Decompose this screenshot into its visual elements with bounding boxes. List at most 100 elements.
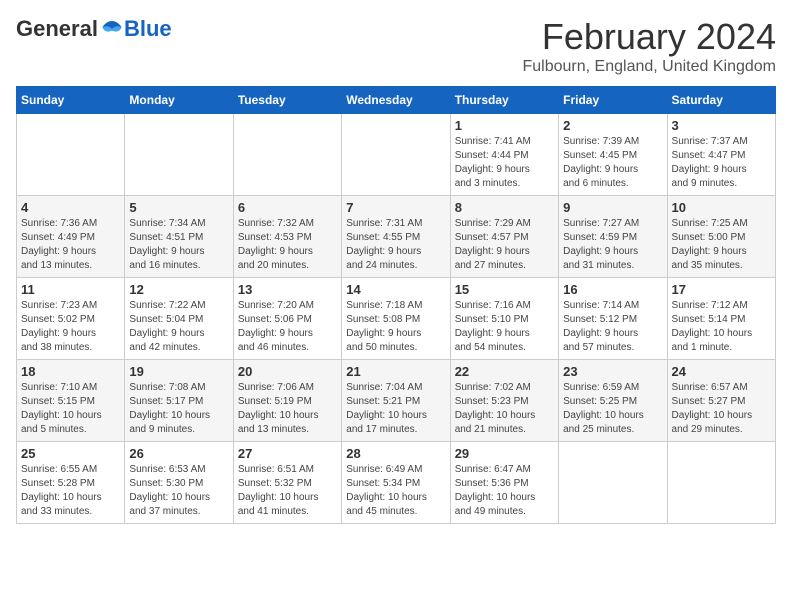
- day-number: 3: [672, 118, 771, 133]
- day-number: 6: [238, 200, 337, 215]
- day-info: Sunrise: 6:55 AM Sunset: 5:28 PM Dayligh…: [21, 463, 120, 519]
- calendar-cell: [125, 114, 233, 196]
- day-info: Sunrise: 7:14 AM Sunset: 5:12 PM Dayligh…: [563, 299, 662, 355]
- calendar-cell: 10Sunrise: 7:25 AM Sunset: 5:00 PM Dayli…: [667, 196, 775, 278]
- day-number: 11: [21, 282, 120, 297]
- day-number: 16: [563, 282, 662, 297]
- calendar-cell: 17 Sunrise: 7:12 AM Sunset: 5:14 PM Dayli…: [667, 278, 775, 360]
- day-number: 14: [346, 282, 445, 297]
- day-info: Sunrise: 7:31 AM Sunset: 4:55 PM Dayligh…: [346, 217, 445, 273]
- day-number: 5: [129, 200, 228, 215]
- day-info: Sunrise: 7:08 AM Sunset: 5:17 PM Dayligh…: [129, 381, 228, 437]
- calendar-cell: 12 Sunrise: 7:22 AM Sunset: 5:04 PM Dayli…: [125, 278, 233, 360]
- calendar-table: SundayMondayTuesdayWednesdayThursdayFrid…: [16, 86, 776, 524]
- day-number: 24: [672, 364, 771, 379]
- day-number: 21: [346, 364, 445, 379]
- calendar-cell: [342, 114, 450, 196]
- calendar-cell: 3 Sunrise: 7:37 AM Sunset: 4:47 PM Daylig…: [667, 114, 775, 196]
- day-number: 2: [563, 118, 662, 133]
- day-info: Sunrise: 7:37 AM Sunset: 4:47 PM Dayligh…: [672, 135, 771, 191]
- day-number: 27: [238, 446, 337, 461]
- calendar-cell: 25 Sunrise: 6:55 AM Sunset: 5:28 PM Dayli…: [17, 442, 125, 524]
- day-number: 25: [21, 446, 120, 461]
- calendar-header: SundayMondayTuesdayWednesdayThursdayFrid…: [17, 87, 776, 114]
- calendar-cell: 6 Sunrise: 7:32 AM Sunset: 4:53 PM Daylig…: [233, 196, 341, 278]
- calendar-cell: 20 Sunrise: 7:06 AM Sunset: 5:19 PM Dayli…: [233, 360, 341, 442]
- page-header: General Blue February 2024 Fulbourn, Eng…: [16, 16, 776, 76]
- day-number: 13: [238, 282, 337, 297]
- day-info: Sunrise: 6:53 AM Sunset: 5:30 PM Dayligh…: [129, 463, 228, 519]
- calendar-cell: 21 Sunrise: 7:04 AM Sunset: 5:21 PM Dayli…: [342, 360, 450, 442]
- logo-blue: Blue: [124, 16, 172, 42]
- day-number: 15: [455, 282, 554, 297]
- day-number: 12: [129, 282, 228, 297]
- calendar-cell: 15Sunrise: 7:16 AM Sunset: 5:10 PM Dayli…: [450, 278, 558, 360]
- day-info: Sunrise: 7:20 AM Sunset: 5:06 PM Dayligh…: [238, 299, 337, 355]
- calendar-cell: 5 Sunrise: 7:34 AM Sunset: 4:51 PM Daylig…: [125, 196, 233, 278]
- day-info: Sunrise: 7:04 AM Sunset: 5:21 PM Dayligh…: [346, 381, 445, 437]
- day-info: Sunrise: 7:41 AM Sunset: 4:44 PM Dayligh…: [455, 135, 554, 191]
- day-info: Sunrise: 6:57 AM Sunset: 5:27 PM Dayligh…: [672, 381, 771, 437]
- day-number: 8: [455, 200, 554, 215]
- day-number: 7: [346, 200, 445, 215]
- logo-bird-icon: [100, 19, 124, 39]
- calendar-cell: 8 Sunrise: 7:29 AM Sunset: 4:57 PM Daylig…: [450, 196, 558, 278]
- calendar-cell: [559, 442, 667, 524]
- calendar-cell: 29Sunrise: 6:47 AM Sunset: 5:36 PM Dayli…: [450, 442, 558, 524]
- calendar-cell: 9Sunrise: 7:27 AM Sunset: 4:59 PM Daylig…: [559, 196, 667, 278]
- day-info: Sunrise: 7:34 AM Sunset: 4:51 PM Dayligh…: [129, 217, 228, 273]
- day-number: 1: [455, 118, 554, 133]
- calendar-cell: 18Sunrise: 7:10 AM Sunset: 5:15 PM Dayli…: [17, 360, 125, 442]
- day-info: Sunrise: 7:32 AM Sunset: 4:53 PM Dayligh…: [238, 217, 337, 273]
- week-row-2: 4 Sunrise: 7:36 AM Sunset: 4:49 PM Daylig…: [17, 196, 776, 278]
- day-number: 22: [455, 364, 554, 379]
- week-row-3: 11 Sunrise: 7:23 AM Sunset: 5:02 PM Dayli…: [17, 278, 776, 360]
- week-row-5: 25 Sunrise: 6:55 AM Sunset: 5:28 PM Dayli…: [17, 442, 776, 524]
- day-number: 18: [21, 364, 120, 379]
- calendar-body: 1 Sunrise: 7:41 AM Sunset: 4:44 PM Daylig…: [17, 114, 776, 524]
- day-number: 9: [563, 200, 662, 215]
- header-thursday: Thursday: [450, 87, 558, 114]
- day-info: Sunrise: 7:22 AM Sunset: 5:04 PM Dayligh…: [129, 299, 228, 355]
- week-row-1: 1 Sunrise: 7:41 AM Sunset: 4:44 PM Daylig…: [17, 114, 776, 196]
- day-info: Sunrise: 6:59 AM Sunset: 5:25 PM Dayligh…: [563, 381, 662, 437]
- calendar-cell: 22 Sunrise: 7:02 AM Sunset: 5:23 PM Dayli…: [450, 360, 558, 442]
- day-info: Sunrise: 6:49 AM Sunset: 5:34 PM Dayligh…: [346, 463, 445, 519]
- day-number: 19: [129, 364, 228, 379]
- day-number: 17: [672, 282, 771, 297]
- day-info: Sunrise: 7:36 AM Sunset: 4:49 PM Dayligh…: [21, 217, 120, 273]
- calendar-cell: 13 Sunrise: 7:20 AM Sunset: 5:06 PM Dayli…: [233, 278, 341, 360]
- calendar-cell: 7 Sunrise: 7:31 AM Sunset: 4:55 PM Daylig…: [342, 196, 450, 278]
- day-info: Sunrise: 7:23 AM Sunset: 5:02 PM Dayligh…: [21, 299, 120, 355]
- day-info: Sunrise: 7:12 AM Sunset: 5:14 PM Dayligh…: [672, 299, 771, 355]
- header-row: SundayMondayTuesdayWednesdayThursdayFrid…: [17, 87, 776, 114]
- calendar-cell: 28 Sunrise: 6:49 AM Sunset: 5:34 PM Dayli…: [342, 442, 450, 524]
- header-friday: Friday: [559, 87, 667, 114]
- month-title: February 2024: [523, 16, 777, 58]
- calendar-cell: 4 Sunrise: 7:36 AM Sunset: 4:49 PM Daylig…: [17, 196, 125, 278]
- calendar-cell: 23 Sunrise: 6:59 AM Sunset: 5:25 PM Dayli…: [559, 360, 667, 442]
- calendar-cell: 24 Sunrise: 6:57 AM Sunset: 5:27 PM Dayli…: [667, 360, 775, 442]
- day-number: 20: [238, 364, 337, 379]
- day-info: Sunrise: 7:29 AM Sunset: 4:57 PM Dayligh…: [455, 217, 554, 273]
- day-info: Sunrise: 7:06 AM Sunset: 5:19 PM Dayligh…: [238, 381, 337, 437]
- week-row-4: 18Sunrise: 7:10 AM Sunset: 5:15 PM Dayli…: [17, 360, 776, 442]
- calendar-cell: 19 Sunrise: 7:08 AM Sunset: 5:17 PM Dayli…: [125, 360, 233, 442]
- title-section: February 2024 Fulbourn, England, United …: [523, 16, 777, 76]
- calendar-cell: [233, 114, 341, 196]
- day-info: Sunrise: 7:39 AM Sunset: 4:45 PM Dayligh…: [563, 135, 662, 191]
- day-number: 28: [346, 446, 445, 461]
- calendar-cell: 11 Sunrise: 7:23 AM Sunset: 5:02 PM Dayli…: [17, 278, 125, 360]
- day-info: Sunrise: 6:51 AM Sunset: 5:32 PM Dayligh…: [238, 463, 337, 519]
- day-info: Sunrise: 7:18 AM Sunset: 5:08 PM Dayligh…: [346, 299, 445, 355]
- day-number: 4: [21, 200, 120, 215]
- day-number: 26: [129, 446, 228, 461]
- header-sunday: Sunday: [17, 87, 125, 114]
- calendar-cell: 16 Sunrise: 7:14 AM Sunset: 5:12 PM Dayli…: [559, 278, 667, 360]
- day-info: Sunrise: 7:25 AM Sunset: 5:00 PM Dayligh…: [672, 217, 771, 273]
- logo-general: General: [16, 16, 98, 42]
- header-saturday: Saturday: [667, 87, 775, 114]
- day-info: Sunrise: 7:02 AM Sunset: 5:23 PM Dayligh…: [455, 381, 554, 437]
- calendar-cell: 2 Sunrise: 7:39 AM Sunset: 4:45 PM Daylig…: [559, 114, 667, 196]
- day-number: 23: [563, 364, 662, 379]
